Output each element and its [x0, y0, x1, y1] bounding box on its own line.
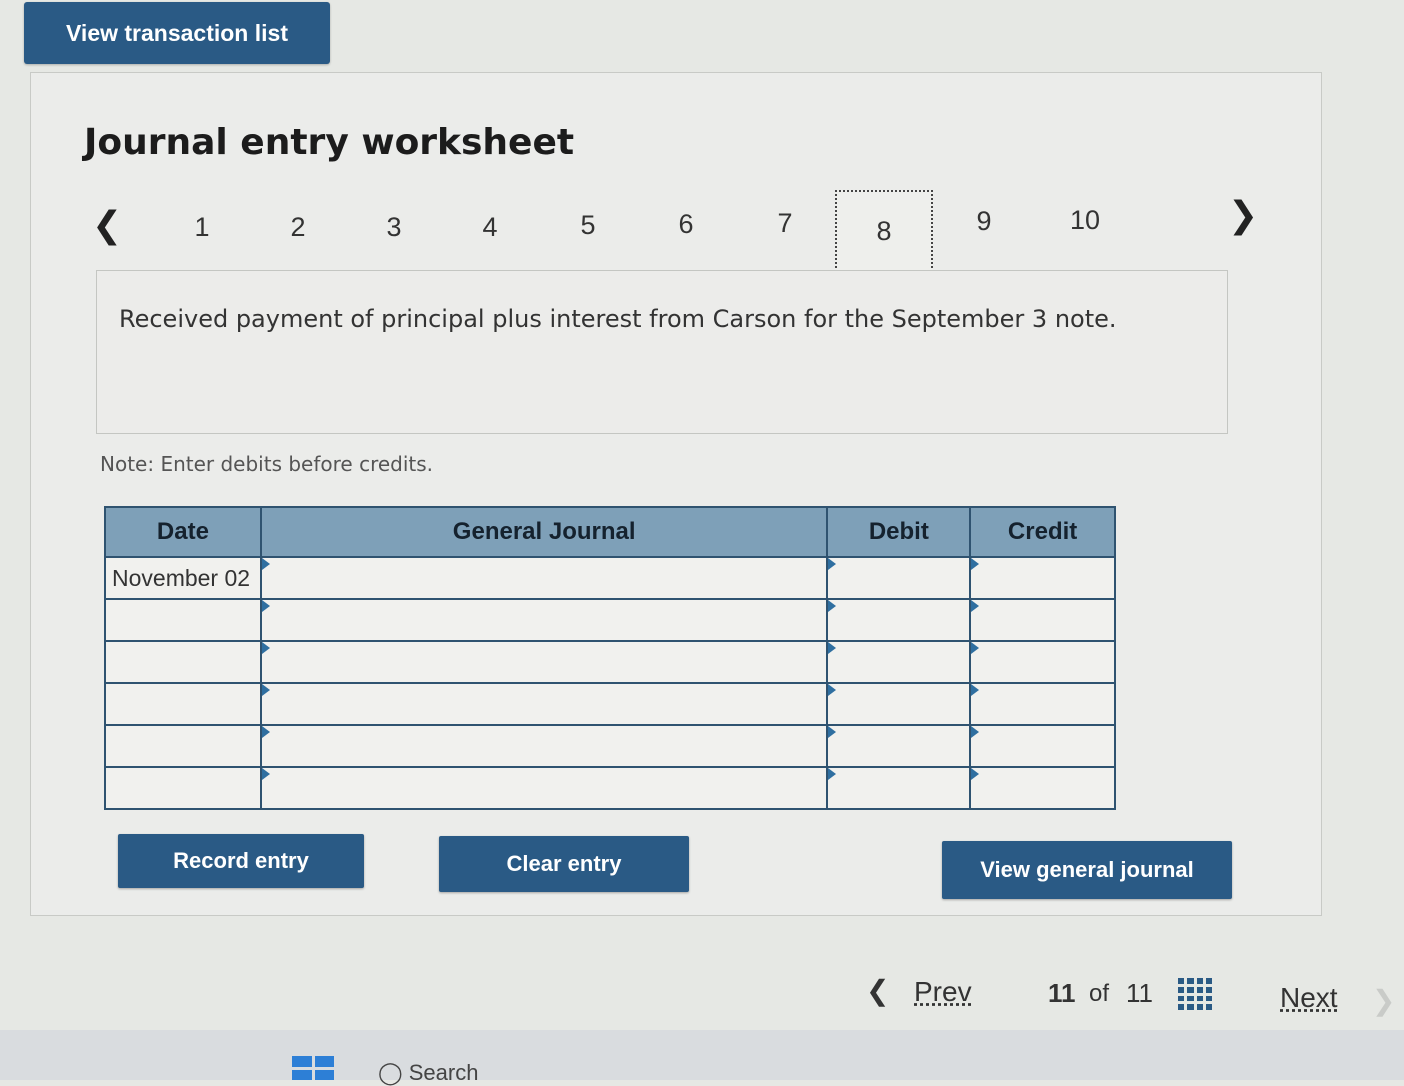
dropdown-marker-icon — [261, 726, 270, 738]
view-transaction-list-button[interactable]: View transaction list — [24, 2, 330, 64]
account-cell[interactable] — [259, 640, 829, 684]
credit-cell[interactable] — [969, 598, 1116, 642]
credit-cell[interactable] — [969, 724, 1116, 768]
journal-table: Date General Journal Debit Credit Novemb… — [104, 506, 1116, 810]
tab-6[interactable]: 6 — [656, 209, 716, 240]
credit-cell[interactable] — [969, 556, 1116, 600]
table-row — [104, 640, 1116, 684]
search-icon: ◯ — [378, 1060, 403, 1085]
dropdown-marker-icon — [971, 726, 980, 738]
date-cell[interactable] — [104, 640, 262, 684]
column-header-credit: Credit — [969, 506, 1116, 558]
debit-cell[interactable] — [826, 598, 972, 642]
column-header-date: Date — [104, 506, 262, 558]
taskbar-search-label: Search — [408, 1060, 479, 1085]
tab-3[interactable]: 3 — [364, 212, 424, 243]
windows-start-icon[interactable] — [292, 1056, 334, 1080]
account-cell[interactable] — [259, 598, 829, 642]
column-header-debit: Debit — [826, 506, 972, 558]
next-link[interactable]: Next — [1280, 982, 1338, 1014]
dropdown-marker-icon — [261, 768, 270, 780]
account-cell[interactable] — [259, 724, 829, 768]
tab-9[interactable]: 9 — [954, 206, 1014, 237]
debit-cell[interactable] — [826, 724, 972, 768]
page-of-label: of — [1089, 980, 1110, 1007]
dropdown-marker-icon — [828, 600, 837, 612]
tab-5[interactable]: 5 — [558, 210, 618, 241]
dropdown-marker-icon — [971, 600, 980, 612]
date-cell[interactable] — [104, 598, 262, 642]
dropdown-marker-icon — [261, 684, 270, 696]
tab-8-active[interactable]: 8 — [835, 190, 933, 272]
dropdown-marker-icon — [828, 558, 837, 570]
page-title: Journal entry worksheet — [84, 122, 575, 163]
dropdown-marker-icon — [971, 684, 980, 696]
debit-cell[interactable] — [826, 640, 972, 684]
table-row — [104, 766, 1116, 810]
dropdown-marker-icon — [261, 642, 270, 654]
table-row — [104, 724, 1116, 768]
dropdown-marker-icon — [828, 642, 837, 654]
dropdown-marker-icon — [971, 768, 980, 780]
question-grid-icon[interactable] — [1178, 978, 1212, 1010]
debit-cell[interactable] — [826, 766, 972, 810]
dropdown-marker-icon — [828, 768, 837, 780]
dropdown-marker-icon — [971, 642, 980, 654]
page-total: 11 — [1126, 978, 1153, 1008]
view-general-journal-button[interactable]: View general journal — [942, 841, 1232, 899]
credit-cell[interactable] — [969, 640, 1116, 684]
page-current: 11 — [1048, 978, 1076, 1008]
debit-cell[interactable] — [826, 682, 972, 726]
dropdown-marker-icon — [261, 600, 270, 612]
date-cell[interactable] — [104, 766, 262, 810]
tab-1[interactable]: 1 — [172, 212, 232, 243]
account-cell[interactable] — [259, 766, 829, 810]
account-cell[interactable] — [259, 556, 829, 600]
credit-cell[interactable] — [969, 682, 1116, 726]
record-entry-button[interactable]: Record entry — [118, 834, 364, 888]
date-cell[interactable]: November 02 — [104, 556, 262, 600]
date-cell[interactable] — [104, 682, 262, 726]
tab-4[interactable]: 4 — [460, 212, 520, 243]
next-chevron-icon[interactable]: ❯ — [1372, 984, 1395, 1017]
table-row — [104, 682, 1116, 726]
date-cell[interactable] — [104, 724, 262, 768]
dropdown-marker-icon — [828, 726, 837, 738]
dropdown-marker-icon — [971, 558, 980, 570]
credit-cell[interactable] — [969, 766, 1116, 810]
chevron-left-icon[interactable]: ❮ — [92, 208, 122, 244]
prev-chevron-icon[interactable]: ❮ — [866, 974, 889, 1007]
account-cell[interactable] — [259, 682, 829, 726]
transaction-description: Received payment of principal plus inter… — [96, 270, 1228, 434]
prev-link[interactable]: Prev — [914, 976, 972, 1008]
dropdown-marker-icon — [828, 684, 837, 696]
dropdown-marker-icon — [261, 558, 270, 570]
table-header-row: Date General Journal Debit Credit — [104, 506, 1116, 558]
table-row — [104, 598, 1116, 642]
taskbar-search[interactable]: ◯ Search — [378, 1060, 478, 1086]
chevron-right-icon[interactable]: ❯ — [1228, 198, 1258, 234]
tab-2[interactable]: 2 — [268, 212, 328, 243]
tab-10[interactable]: 10 — [1055, 205, 1115, 236]
entry-note: Note: Enter debits before credits. — [100, 452, 434, 476]
tab-7[interactable]: 7 — [755, 208, 815, 239]
table-row: November 02 — [104, 556, 1116, 600]
debit-cell[interactable] — [826, 556, 972, 600]
taskbar — [0, 1030, 1404, 1080]
column-header-general-journal: General Journal — [259, 506, 829, 558]
clear-entry-button[interactable]: Clear entry — [439, 836, 689, 892]
